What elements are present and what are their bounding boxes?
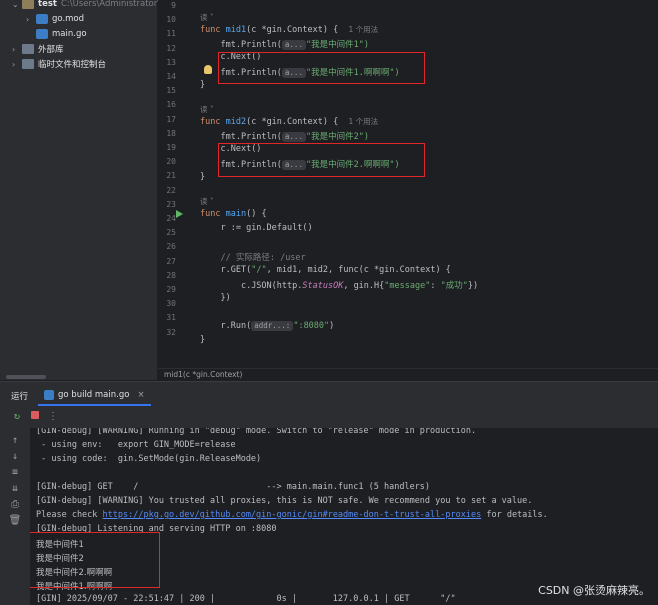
more-options-icon[interactable]: ⋮ <box>46 410 60 424</box>
line-number: 15 <box>166 86 176 96</box>
line-number: 14 <box>166 72 176 81</box>
tree-root-test[interactable]: ⌄ test C:\Users\Administrator\Desk <box>12 0 181 11</box>
chevron-down-icon: ⌄ <box>12 0 19 9</box>
tab-go-build[interactable]: go build main.go × <box>38 384 151 406</box>
run-toolbar: ↻ ⋮ <box>0 406 658 428</box>
line-number: 30 <box>166 299 176 309</box>
line-number: 32 <box>166 327 176 337</box>
line-number: 10 <box>166 15 176 25</box>
code-editor[interactable]: 9 10 11 12 13 14 15 16 17 18 19 20 21 22 23 24 25 26 27 28 2… <box>158 0 658 368</box>
console-line: - using code: gin.SetMode(gin.ReleaseMod… <box>36 454 262 464</box>
code-line-31: } <box>200 335 206 345</box>
line-number: 12 <box>166 43 176 53</box>
breadcrumb[interactable]: mid1(c *gin.Context) <box>158 368 658 381</box>
usage-marker[interactable]: 读 ˅ <box>200 12 214 23</box>
line-number: 22 <box>166 185 176 195</box>
param-hint: a... <box>281 40 306 50</box>
line-number: 19 <box>166 143 176 152</box>
stop-icon[interactable] <box>28 410 42 424</box>
tree-item-main-go[interactable]: main.go <box>36 27 87 41</box>
rerun-icon[interactable]: ↻ <box>10 410 24 424</box>
param-hint: addr...: <box>251 321 294 331</box>
line-number: 20 <box>166 157 176 167</box>
console-line: [GIN-debug] GET / --> main.main.func1 (5… <box>36 482 431 492</box>
code-line-28: }) <box>220 293 231 303</box>
line-number: 23 <box>166 199 176 209</box>
chevron-right-icon: › <box>26 14 30 24</box>
line-number: 29 <box>166 285 176 294</box>
line-number: 28 <box>166 270 176 280</box>
line-number: 21 <box>166 171 176 181</box>
tree-item-go-mod[interactable]: › go.mod <box>26 12 84 26</box>
console-side-toolbar: ↑ ↓ ≡ ⇊ ⎙ 🗑 <box>0 428 30 605</box>
close-icon[interactable]: × <box>137 390 144 404</box>
highlight-box <box>218 52 425 84</box>
folder-icon <box>22 0 34 9</box>
console-line: Please check https://pkg.go.dev/github.c… <box>36 510 548 520</box>
line-number: 13 <box>166 57 176 67</box>
code-line-11: fmt.Println(a... "我是中间件1") <box>220 40 369 50</box>
highlight-box <box>30 532 160 588</box>
code-line-23: r := gin.Default() <box>220 223 313 233</box>
highlight-box <box>218 143 425 177</box>
code-line-17: fmt.Println(a... "我是中间件2") <box>220 132 369 142</box>
console-output[interactable]: [GIN-debug] [WARNING] Running in "debug"… <box>30 428 658 605</box>
line-number: 26 <box>166 242 176 252</box>
console-line: [GIN-debug] [WARNING] Running in "debug"… <box>36 428 477 436</box>
line-number: 25 <box>166 228 176 238</box>
run-panel-title: 运行 <box>11 392 29 402</box>
console-line: - using env: export GIN_MODE=release <box>36 440 236 450</box>
code-line-22: func main() { <box>200 209 267 219</box>
param-hint: a... <box>281 132 306 142</box>
usage-marker[interactable]: 读 ˅ <box>200 196 214 207</box>
chevron-right-icon: › <box>12 59 16 69</box>
console-line: [GIN] 2025/09/07 - 22:51:47 | 200 | 0s |… <box>36 594 456 604</box>
arrow-up-icon[interactable]: ↑ <box>8 434 22 448</box>
soft-wrap-icon[interactable]: ≡ <box>8 466 22 480</box>
line-number: 24 <box>166 214 176 223</box>
proxy-docs-link[interactable]: https://pkg.go.dev/github.com/gin-gonic/… <box>103 510 482 520</box>
chevron-right-icon: › <box>12 44 16 54</box>
library-icon <box>22 44 34 54</box>
code-line-16: func mid2(c *gin.Context) { 1 个用法 <box>200 117 379 127</box>
line-number: 9 <box>171 1 176 10</box>
watermark: CSDN @张烫麻辣亮。 <box>538 584 650 597</box>
line-number: 16 <box>166 100 176 110</box>
console-line: [GIN-debug] [WARNING] You trusted all pr… <box>36 496 533 506</box>
line-number: 31 <box>166 313 176 323</box>
trash-icon[interactable]: 🗑 <box>8 514 22 528</box>
code-line-27: c.JSON(http.StatusOK, gin.H{"message": "… <box>240 281 479 291</box>
line-number: 18 <box>166 128 176 138</box>
line-number: 27 <box>166 256 176 266</box>
tree-item-external-libs[interactable]: › 外部库 <box>12 42 64 56</box>
project-tree-panel: ⌄ test C:\Users\Administrator\Desk › go.… <box>0 0 181 380</box>
lightbulb-icon[interactable] <box>204 65 212 74</box>
code-line-10: func mid1(c *gin.Context) { 1 个用法 <box>200 25 379 35</box>
print-icon[interactable]: ⎙ <box>8 498 22 512</box>
usage-marker[interactable]: 读 ˅ <box>200 104 214 115</box>
line-gutter: 9 10 11 12 13 14 15 16 17 18 19 20 21 22 23 24 25 26 27 28 2… <box>158 0 198 368</box>
tree-item-scratches[interactable]: › 临时文件和控制台 <box>12 57 106 71</box>
horizontal-scrollbar[interactable] <box>6 375 46 379</box>
arrow-down-icon[interactable]: ↓ <box>8 450 22 464</box>
line-number: 17 <box>166 114 176 124</box>
go-file-icon <box>36 14 48 24</box>
scratches-icon <box>22 59 34 69</box>
code-line-30: r.Run(addr...: ":8080") <box>220 321 335 331</box>
go-build-icon <box>44 390 54 400</box>
run-gutter-icon[interactable] <box>176 210 183 218</box>
scroll-to-end-icon[interactable]: ⇊ <box>8 482 22 496</box>
go-file-icon <box>36 29 48 39</box>
code-line-20: } <box>200 172 206 182</box>
line-number: 11 <box>166 29 176 39</box>
code-line-26: r.GET("/", mid1, mid2, func(c *gin.Conte… <box>220 265 451 275</box>
code-line-14: } <box>200 80 206 90</box>
code-line-25: // 实际路径: /user <box>220 253 306 263</box>
run-panel-header: 运行 go build main.go × <box>0 381 658 406</box>
